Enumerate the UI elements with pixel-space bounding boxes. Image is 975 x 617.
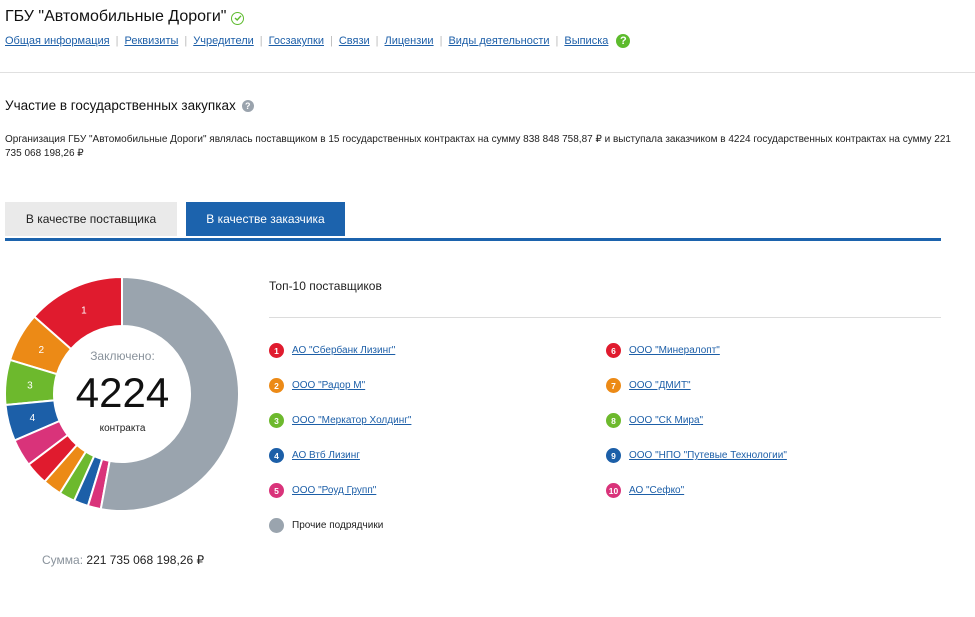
legend-item-3: 3 ООО "Меркатор Холдинг" (269, 413, 411, 428)
section-help-icon[interactable]: ? (241, 99, 254, 112)
legend-item-6: 6 ООО "Минералопт" (606, 343, 720, 358)
sum-label: Сумма: (42, 553, 84, 567)
legend-rank-badge: 2 (269, 378, 284, 393)
procurement-description: Организация ГБУ "Автомобильные Дороги" я… (5, 134, 951, 159)
legend-item-8: 8 ООО "СК Мира" (606, 413, 703, 428)
nav-procurement[interactable]: Госзакупки (269, 35, 324, 47)
legend-supplier-link[interactable]: АО "Сефко" (629, 485, 684, 496)
legend-rank-badge: 7 (606, 378, 621, 393)
legend-rank-badge: 5 (269, 483, 284, 498)
nav-founders[interactable]: Учредители (193, 35, 254, 47)
legend-item-10: 10 АО "Сефко" (606, 483, 684, 498)
company-header: ГБУ "Автомобильные Дороги" Общая информа… (5, 8, 970, 48)
legend-supplier-link[interactable]: ООО "Роуд Групп" (292, 485, 376, 496)
legend-supplier-link[interactable]: ООО "Меркатор Холдинг" (292, 415, 411, 426)
section-title-text: Участие в государственных закупках (5, 98, 236, 113)
legend-item-4: 4 АО Втб Лизинг (269, 448, 360, 463)
legend-item-others: Прочие подрядчики (269, 518, 383, 533)
top10-divider (269, 317, 941, 318)
legend-item-2: 2 ООО "Радор М" (269, 378, 365, 393)
legend-supplier-link[interactable]: ООО "НПО "Путевые Технологии" (629, 450, 787, 461)
company-title: ГБУ "Автомобильные Дороги" (5, 8, 227, 25)
title-row: ГБУ "Автомобильные Дороги" (5, 8, 970, 26)
legend-item-5: 5 ООО "Роуд Групп" (269, 483, 376, 498)
tab-as-customer[interactable]: В качестве заказчика (186, 202, 345, 236)
legend-supplier-link[interactable]: ООО "Минералопт" (629, 345, 720, 356)
legend-rank-badge: 3 (269, 413, 284, 428)
donut-center-label: Заключено: (90, 349, 155, 363)
legend-supplier-link[interactable]: ООО "ДМИТ" (629, 380, 691, 391)
donut-center: Заключено: 4224 контракта (0, 272, 245, 517)
legend-rank-badge (269, 518, 284, 533)
legend-item-1: 1 АО "Сбербанк Лизинг" (269, 343, 395, 358)
sum-value: 221 735 068 198,26 ₽ (86, 553, 205, 567)
donut-center-value: 4224 (75, 369, 170, 416)
nav-general-info[interactable]: Общая информация (5, 35, 110, 47)
legend-others-label: Прочие подрядчики (292, 520, 384, 531)
legend-rank-badge: 9 (606, 448, 621, 463)
legend-rank-badge: 6 (606, 343, 621, 358)
legend-supplier-link[interactable]: АО "Сбербанк Лизинг" (292, 345, 395, 356)
legend-rank-badge: 1 (269, 343, 284, 358)
nav-activities[interactable]: Виды деятельности (448, 35, 549, 47)
legend-supplier-link[interactable]: АО Втб Лизинг (292, 450, 360, 461)
nav-links[interactable]: Связи (339, 35, 370, 47)
nav-requisites[interactable]: Реквизиты (124, 35, 178, 47)
verified-check-icon (231, 11, 245, 25)
top10-title: Топ-10 поставщиков (269, 279, 382, 293)
tab-as-supplier[interactable]: В качестве поставщика (5, 202, 177, 236)
section-title: Участие в государственных закупках ? (5, 98, 254, 113)
nav-extract[interactable]: Выписка (564, 35, 608, 47)
sum-row: Сумма: 221 735 068 198,26 ₽ (42, 553, 204, 567)
legend-item-7: 7 ООО "ДМИТ" (606, 378, 691, 393)
legend-supplier-link[interactable]: ООО "Радор М" (292, 380, 365, 391)
legend-rank-badge: 8 (606, 413, 621, 428)
legend-rank-badge: 10 (606, 483, 621, 498)
donut-center-unit: контракта (99, 423, 146, 434)
legend-supplier-link[interactable]: ООО "СК Мира" (629, 415, 703, 426)
nav-licenses[interactable]: Лицензии (385, 35, 434, 47)
header-divider (0, 72, 975, 73)
legend-rank-badge: 4 (269, 448, 284, 463)
legend-item-9: 9 ООО "НПО "Путевые Технологии" (606, 448, 787, 463)
company-nav: Общая информация | Реквизиты | Учредители |… (5, 34, 970, 48)
help-icon[interactable]: ? (616, 34, 631, 48)
suppliers-donut-chart: 1234 Заключено: 4224 контракта (0, 272, 245, 517)
role-tabs: В качестве поставщика В качестве заказчи… (5, 202, 941, 241)
